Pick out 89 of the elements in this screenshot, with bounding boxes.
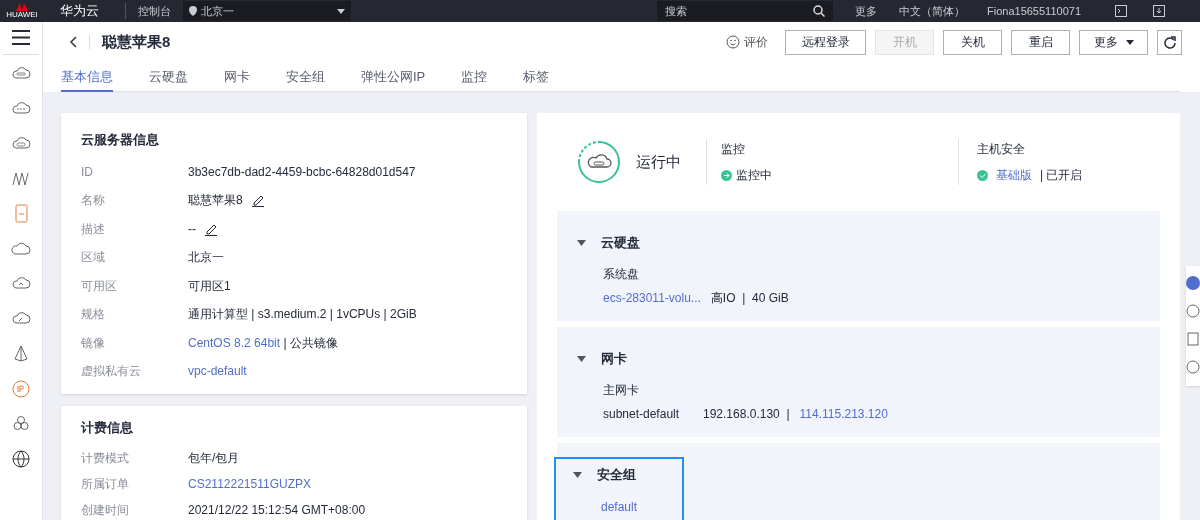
field-label: 所属订单 (81, 476, 130, 493)
section-title: 云硬盘 (601, 234, 640, 253)
field-link[interactable]: CS2112221511GUZPX (188, 475, 311, 493)
flower-icon (14, 3, 30, 11)
tab[interactable]: 基本信息 (61, 64, 113, 92)
sail-icon[interactable] (11, 344, 31, 364)
more-button[interactable]: 更多 (1079, 29, 1148, 55)
logo-icon[interactable]: HUAWEI (2, 3, 42, 19)
subsection-label: 系统盘 (603, 265, 640, 283)
item-value: subnet-default (603, 405, 681, 423)
logo-text: HUAWEI (6, 11, 38, 19)
tab[interactable]: 云硬盘 (149, 64, 188, 92)
page-title: 聪慧苹果8 (102, 31, 171, 52)
item-link[interactable]: ecs-283011-volu... (603, 288, 701, 307)
field-value: -- (188, 220, 196, 238)
top-link[interactable]: 中文（简体） (899, 2, 965, 20)
section-title: 安全组 (597, 465, 636, 484)
ip-icon[interactable] (11, 379, 31, 399)
item-value: 192.168.0.130 | (703, 405, 790, 423)
monitor-status: 监控中 (736, 167, 772, 184)
item-link[interactable]: default (601, 498, 638, 517)
region-select[interactable]: 北京一 (183, 1, 351, 21)
security-label: 主机安全 (977, 141, 1026, 158)
field-label: 创建时间 (81, 502, 130, 519)
caret-icon (573, 471, 582, 478)
tab[interactable]: 监控 (461, 64, 488, 92)
field-value: 聪慧苹果8 (188, 192, 243, 210)
tab[interactable]: 标签 (523, 64, 550, 92)
field-label: 区域 (81, 249, 106, 267)
action-button[interactable]: 关机 (943, 29, 1002, 55)
tab[interactable]: 网卡 (224, 64, 250, 92)
field-label: ID (81, 163, 94, 181)
search-icon (813, 5, 825, 17)
region-name: 北京一 (201, 3, 235, 19)
field-label: 虚拟私有云 (81, 363, 142, 381)
field-value: 2021/12/22 15:12:54 GMT+08:00 (188, 502, 366, 519)
caret-icon (337, 8, 345, 14)
section-header[interactable]: 云硬盘 (573, 231, 644, 261)
field-label: 计费模式 (81, 450, 130, 467)
section-title: 网卡 (601, 350, 627, 368)
rate-link[interactable]: 评价 (744, 33, 768, 51)
field-value: 3b3ec7db-dad2-4459-bcbc-64828d01d547 (188, 163, 416, 181)
monitor-label: 监控 (721, 141, 746, 158)
location-icon (189, 6, 197, 16)
edit-icon[interactable] (250, 193, 265, 208)
section-header[interactable]: 网卡 (573, 347, 631, 377)
refresh-button[interactable] (1157, 29, 1182, 55)
field-value: 可用区1 (188, 277, 231, 295)
security-status: | 已开启 (1040, 167, 1083, 184)
security-link[interactable]: 基础版 (996, 166, 1032, 184)
card-title: 云服务器信息 (81, 131, 160, 149)
refresh-icon (1163, 35, 1176, 49)
console-link[interactable]: 控制台 (125, 2, 171, 20)
back-icon[interactable] (69, 36, 77, 48)
field-link[interactable]: CentOS 8.2 64bit (188, 333, 281, 352)
field-label: 规格 (81, 306, 106, 324)
field-label: 镜像 (81, 334, 106, 352)
top-link[interactable]: Fiona15655110071 (987, 2, 1081, 20)
field-value: 北京一 (188, 249, 224, 267)
check-circle-icon (977, 169, 988, 181)
field-value: 包年/包月 (188, 450, 240, 467)
status-text: 运行中 (636, 151, 682, 172)
terminal-icon (1115, 5, 1127, 17)
item-value: 高IO | 40 GiB (710, 289, 789, 307)
section-header[interactable]: 安全组 default (556, 458, 682, 520)
card-title: 计费信息 (81, 418, 134, 437)
top-link[interactable]: 更多 (855, 2, 877, 20)
brand-name[interactable]: 华为云 (60, 1, 99, 21)
field-link[interactable]: vpc-default (188, 362, 247, 381)
export-icon (1153, 5, 1165, 17)
menu-icon (12, 30, 30, 45)
server-status-icon (577, 140, 621, 184)
arrow-circle-icon (721, 169, 732, 181)
search-field[interactable]: 搜索 (657, 1, 833, 21)
field-label: 可用区 (81, 277, 118, 295)
tab[interactable]: 安全组 (286, 64, 325, 92)
globe-icon[interactable] (11, 449, 31, 469)
tab[interactable]: 弹性公网IP (361, 64, 426, 92)
subsection-label: 主网卡 (603, 381, 640, 399)
caret-icon (577, 240, 586, 246)
caret-icon (577, 355, 586, 362)
action-button[interactable]: 远程登录 (785, 29, 866, 55)
caret-icon (1125, 39, 1134, 45)
field-value: | 公共镜像 (282, 334, 338, 352)
field-label: 名称 (81, 192, 106, 210)
field-label: 描述 (81, 220, 106, 238)
field-value: 通用计算型 | s3.medium.2 | 1vCPUs | 2GiB (188, 306, 417, 324)
action-button[interactable]: 重启 (1011, 29, 1070, 55)
item-link[interactable]: 114.115.213.120 (799, 404, 888, 423)
